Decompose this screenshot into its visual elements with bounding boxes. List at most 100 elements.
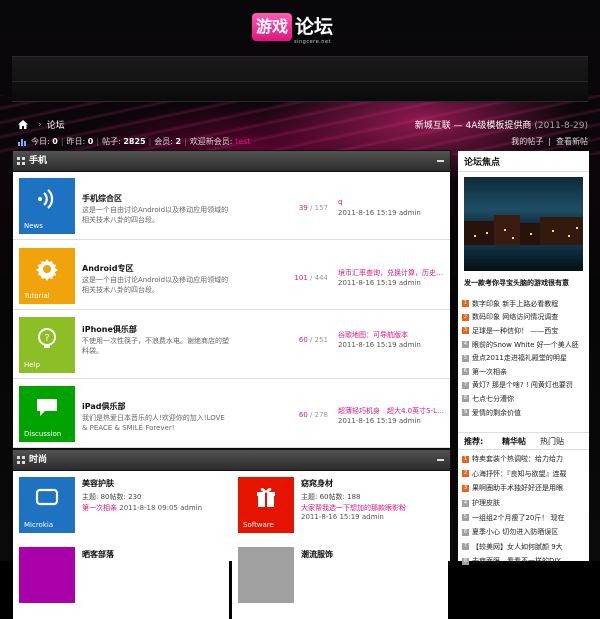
- stat-posts-label: 帖子:: [102, 137, 121, 146]
- last-post-meta-line: 2011-8-16 15:19 admin: [301, 513, 384, 521]
- list-item-text[interactable]: 数字印象 新手上路必看教程: [472, 299, 558, 309]
- focus-image[interactable]: [464, 177, 583, 271]
- forum-list-fashion: Microkia 美容护肤 主题: 80帖数: 230 第一次相亲 2011-8…: [13, 471, 450, 619]
- list-item-text[interactable]: 足球是一种信仰！ ——西宝: [472, 326, 558, 336]
- list-item[interactable]: 8 七点七分漕你: [462, 392, 587, 406]
- forum-tile-tutorial[interactable]: Tutorial: [19, 248, 75, 304]
- forum-tile-news[interactable]: News: [19, 178, 75, 234]
- list-item[interactable]: 4 眼前的Snow White 好一个美人胚: [462, 338, 587, 352]
- forum-name[interactable]: 潮流服饰: [301, 549, 333, 560]
- forum-row: Discussion iPad俱乐部 我们是热爱日本音乐的人!欢迎你的加入!LO…: [13, 380, 450, 448]
- list-item[interactable]: 1 数字印象 新手上路必看教程: [462, 297, 587, 311]
- stat-new-member[interactable]: test: [235, 137, 250, 146]
- last-post-title[interactable]: 第一次相亲: [82, 504, 117, 512]
- last-post-title[interactable]: 超薄轻巧机身 超大4.0英寸S-LCD: [338, 406, 446, 416]
- forum-name[interactable]: 窈窕身材: [301, 478, 333, 489]
- breadcrumb-current[interactable]: 论坛: [47, 118, 65, 131]
- forum-tile-help[interactable]: ? Help: [19, 317, 75, 373]
- forum-desc: 这是一个自由讨论Android以及移动应用领域的相关技术八卦的四台段。: [82, 206, 229, 224]
- top-links: 我的帖子 | 查看新帖: [506, 136, 588, 147]
- stat-separator: |: [96, 137, 100, 146]
- last-post-title[interactable]: q: [338, 198, 446, 206]
- list-item[interactable]: 5 一组组2个月瘦了20斤！ 现在: [462, 510, 587, 525]
- list-item-text[interactable]: 爱情的剩余价值: [472, 408, 521, 418]
- forum-name[interactable]: 手机综合区: [82, 193, 122, 204]
- list-item[interactable]: 7 【较美网】女人如何腻颜 9大: [462, 540, 587, 555]
- news-text[interactable]: 新城互联 — 4A级模板提供商: [415, 121, 532, 131]
- stat-members: 2: [175, 137, 182, 146]
- list-item[interactable]: 7 黄灯? 那是个啥? ! 闯黄灯也要罚: [462, 379, 587, 393]
- list-item[interactable]: 3 果啊圈助手术独好好还是用眼: [462, 481, 587, 496]
- list-item[interactable]: 9 爱情的剩余价值: [462, 406, 587, 420]
- count-separator: /: [310, 411, 313, 419]
- chat-bubble-icon: [37, 399, 57, 416]
- last-post-meta: 2011-8-16 15:19 admin: [338, 279, 421, 287]
- site-logo[interactable]: 游戏 论坛 singcere.net: [252, 12, 352, 46]
- list-item[interactable]: 2 心海抒怀：『良知与欲望』连载: [462, 467, 587, 482]
- home-icon[interactable]: [18, 120, 28, 129]
- forum-tile-purple[interactable]: [19, 547, 75, 603]
- stat-yesterday: 0: [87, 137, 94, 146]
- tab-hot[interactable]: 热门贴: [540, 436, 564, 447]
- tv-icon: [35, 488, 59, 506]
- list-item[interactable]: 6 第一次相亲: [462, 365, 587, 379]
- tab-essence[interactable]: 精华帖: [502, 436, 526, 447]
- list-item[interactable]: 2 数码印象 网络访问情况调查: [462, 311, 587, 325]
- collapse-icon[interactable]: [437, 459, 444, 461]
- rank-badge: 2: [462, 470, 469, 478]
- section-header-mobile: 手机: [12, 150, 451, 172]
- sidebar-title: 论坛焦点: [464, 158, 501, 168]
- list-item[interactable]: 8 去疤面膜，看看不一样的DIY: [462, 554, 587, 569]
- list-item-text[interactable]: 心海抒怀：『良知与欲望』连载: [472, 469, 567, 479]
- forum-name[interactable]: 晒客部落: [82, 549, 114, 560]
- list-item[interactable]: 1 特卖套装个热调啦：给力给力: [462, 452, 587, 467]
- list-item[interactable]: 4 护理皮肤: [462, 496, 587, 511]
- focus-caption[interactable]: 发一款考你寻宝头脑的游戏很有意: [464, 278, 589, 288]
- forum-name[interactable]: iPhone俱乐部: [82, 324, 137, 335]
- list-item-text[interactable]: 盘点2011走进福礼殿堂的明星: [472, 353, 567, 363]
- list-item-text[interactable]: 去疤面膜，看看不一样的DIY: [472, 556, 561, 566]
- forum-counts: 39 / 157: [258, 204, 328, 212]
- list-item[interactable]: 3 足球是一种信仰！ ——西宝: [462, 324, 587, 338]
- stat-separator: |: [184, 137, 187, 146]
- post-count: 251: [314, 336, 328, 344]
- forum-tile-gray[interactable]: [238, 547, 294, 603]
- topics-count: 80: [100, 493, 110, 501]
- section-title: 时尚: [29, 455, 48, 465]
- stat-members-label: 会员:: [154, 137, 173, 146]
- forum-name[interactable]: Android专区: [82, 263, 134, 274]
- rank-badge: 8: [462, 557, 469, 565]
- list-item-text[interactable]: 一组组2个月瘦了20斤！ 现在: [472, 513, 565, 523]
- forum-row: News 手机综合区 这是一个自由讨论Android以及移动应用领域的相关技术八…: [13, 172, 450, 240]
- forum-name[interactable]: 美容护肤: [82, 478, 114, 489]
- forum-tile-discussion[interactable]: Discussion: [19, 386, 75, 442]
- rank-badge: 6: [462, 528, 469, 536]
- news-ticker[interactable]: 新城互联 — 4A级模板提供商 (2011-8-29): [415, 118, 588, 131]
- list-item-text[interactable]: 护理皮肤: [472, 498, 500, 508]
- grid-icon: [17, 456, 25, 464]
- last-post-title[interactable]: 大家帮我选一下想加的那款眼影粉: [301, 503, 406, 513]
- last-post-title[interactable]: 谷歌地图：可导航版本: [338, 330, 446, 340]
- tabs-label: 推荐:: [464, 437, 484, 446]
- list-item-text[interactable]: 黄灯? 那是个啥? ! 闯黄灯也要罚: [472, 380, 573, 390]
- list-item-text[interactable]: 果啊圈助手术独好好还是用眼: [472, 483, 563, 493]
- tile-label: Microkia: [24, 521, 54, 529]
- list-item-text[interactable]: 第一次相亲: [472, 367, 507, 377]
- last-post-title[interactable]: 境币汇率查询，兑换计算，历史走势: [338, 268, 446, 278]
- list-item-text[interactable]: 数码印象 网络访问情况调查: [472, 312, 558, 322]
- list-item-text[interactable]: 夏季小心 切勿进入防晒误区: [472, 527, 558, 537]
- forum-tile-software[interactable]: Software: [238, 477, 294, 533]
- my-posts-link[interactable]: 我的帖子: [511, 137, 543, 146]
- list-item-text[interactable]: 特卖套装个热调啦：给力给力: [472, 454, 563, 464]
- list-item-text[interactable]: 【较美网】女人如何腻颜 9大: [472, 542, 563, 552]
- list-item-text[interactable]: 七点七分漕你: [472, 394, 514, 404]
- list-item[interactable]: 5 盘点2011走进福礼殿堂的明星: [462, 351, 587, 365]
- forum-tile-microkia[interactable]: Microkia: [19, 477, 75, 533]
- list-item-text[interactable]: 眼前的Snow White 好一个美人胚: [472, 340, 579, 350]
- logo-part-forum: 论坛: [295, 16, 334, 38]
- list-item[interactable]: 6 夏季小心 切勿进入防晒误区: [462, 525, 587, 540]
- forum-name[interactable]: iPad俱乐部: [82, 401, 126, 412]
- last-post[interactable]: 第一次相亲 2011-8-18 09:05 admin: [82, 503, 202, 513]
- view-new-link[interactable]: 查看新帖: [556, 137, 588, 146]
- collapse-icon[interactable]: [437, 160, 444, 162]
